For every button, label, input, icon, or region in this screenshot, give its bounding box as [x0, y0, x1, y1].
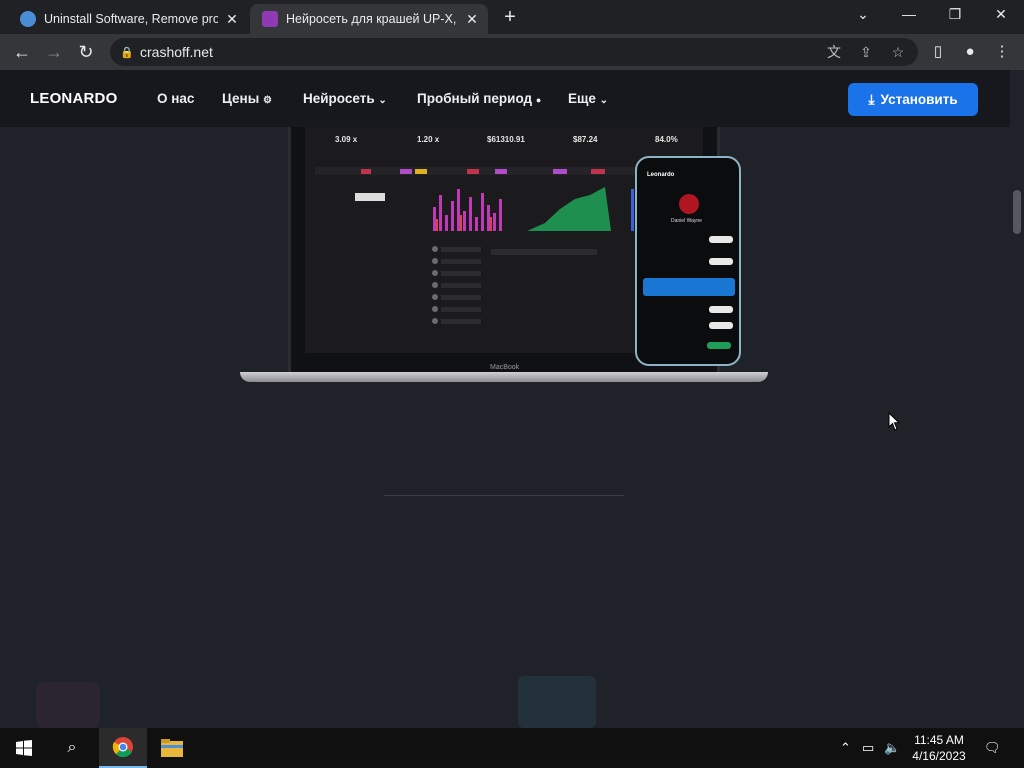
- site-favicon-icon: [20, 11, 36, 27]
- tab-title: Нейросеть для крашей UP-X, CS: [286, 12, 458, 26]
- download-icon: ⤓: [868, 91, 875, 107]
- phone-row-button: [709, 322, 733, 329]
- nav-more-label: Еще: [568, 91, 596, 106]
- share-icon[interactable]: ⇪: [854, 40, 878, 64]
- nav-prices-label: Цены: [222, 91, 260, 106]
- clock-date: 4/16/2023: [912, 749, 966, 763]
- dot-icon: ●: [535, 95, 542, 105]
- start-button[interactable]: [0, 728, 48, 768]
- section-divider: [384, 495, 624, 496]
- bookmark-star-icon[interactable]: ☆: [886, 40, 910, 64]
- nav-prices[interactable]: Цены ⚙: [222, 91, 272, 106]
- clock-time: 11:45 AM: [914, 733, 964, 747]
- nav-neural[interactable]: Нейросеть ⌄: [303, 91, 387, 106]
- address-bar[interactable]: 🔒 crashoff.net: [110, 38, 918, 66]
- chrome-logo-icon: [112, 737, 133, 758]
- nav-about[interactable]: О нас: [157, 91, 194, 106]
- browser-tab-crashoff[interactable]: Нейросеть для крашей UP-X, CS ✕: [250, 4, 488, 34]
- tab-search-chevron-icon[interactable]: ⌄: [840, 0, 886, 30]
- mouse-cursor-icon: [888, 412, 901, 431]
- reload-button[interactable]: ↻: [74, 40, 98, 64]
- back-button[interactable]: ←: [10, 40, 34, 64]
- chrome-taskbar-icon[interactable]: [99, 728, 147, 768]
- phone-mockup: Leonardo Daniel Wayne: [635, 156, 741, 366]
- install-button-label: Установить: [880, 92, 958, 107]
- minimize-button[interactable]: —: [886, 0, 932, 30]
- notifications-icon[interactable]: 🗨: [984, 740, 1001, 756]
- phone-row: [645, 256, 733, 268]
- close-tab-icon[interactable]: ✕: [464, 11, 480, 28]
- system-clock[interactable]: 11:45 AM 4/16/2023: [900, 732, 978, 764]
- nav-trial[interactable]: Пробный период ●: [417, 91, 541, 106]
- browser-tab-uninstall[interactable]: Uninstall Software, Remove prog ✕: [8, 4, 248, 34]
- file-explorer-icon[interactable]: [148, 728, 196, 768]
- close-tab-icon[interactable]: ✕: [224, 11, 240, 28]
- page-viewport: LEONARDO О нас Цены ⚙ Нейросеть ⌄ Пробны…: [0, 70, 1024, 728]
- nav-neural-label: Нейросеть: [303, 91, 375, 106]
- side-panel-icon[interactable]: ▯: [926, 40, 950, 64]
- phone-row-button: [709, 306, 733, 313]
- tab-title: Uninstall Software, Remove prog: [44, 12, 218, 26]
- forward-button[interactable]: →: [42, 40, 66, 64]
- restore-button[interactable]: ❐: [932, 0, 978, 30]
- translate-icon[interactable]: 文: [822, 40, 846, 64]
- volume-icon[interactable]: 🔈: [884, 740, 900, 756]
- nav-more[interactable]: Еще ⌄: [568, 91, 608, 106]
- laptop-brand-label: MacBook: [490, 364, 520, 371]
- url-text: crashoff.net: [140, 44, 213, 60]
- feature-icon-placeholder: [36, 682, 100, 728]
- phone-user-name: Daniel Wayne: [671, 218, 702, 224]
- phone-action-button: [707, 342, 731, 349]
- install-button[interactable]: ⤓ Установить: [848, 83, 978, 116]
- fire-icon: ⚙: [262, 95, 272, 106]
- feature-icon-placeholder: [518, 676, 596, 728]
- network-icon[interactable]: ▭: [862, 740, 874, 756]
- phone-row: [645, 304, 733, 316]
- new-tab-button[interactable]: +: [498, 6, 522, 30]
- phone-row-button: [709, 258, 733, 265]
- laptop-base: [240, 372, 768, 382]
- menu-kebab-icon[interactable]: ⋮: [990, 40, 1014, 64]
- folder-icon: [161, 739, 183, 757]
- phone-app-title: Leonardo: [647, 172, 675, 178]
- browser-toolbar: ← → ↻ 🔒 crashoff.net 文 ⇪ ☆ ▯ ● ⋮: [0, 34, 1024, 70]
- nav-trial-label: Пробный период: [417, 91, 533, 106]
- phone-row-button: [709, 236, 733, 243]
- site-favicon-icon: [262, 11, 278, 27]
- close-window-button[interactable]: ✕: [978, 0, 1024, 30]
- search-icon[interactable]: ⌕: [48, 728, 96, 768]
- site-logo[interactable]: LEONARDO: [30, 90, 117, 107]
- chevron-down-icon: ⌄: [378, 95, 387, 106]
- site-header: LEONARDO О нас Цены ⚙ Нейросеть ⌄ Пробны…: [0, 70, 1010, 127]
- profile-icon[interactable]: ●: [958, 40, 982, 64]
- phone-row: [645, 234, 733, 246]
- phone-highlight-row: [643, 278, 735, 296]
- show-hidden-icons-chevron-icon[interactable]: ⌃: [840, 740, 851, 756]
- windows-logo-icon: [16, 740, 32, 756]
- windows-taskbar: ⌕ ⌃ ▭ 🔈 11:45 AM 4/16/2023 🗨: [0, 728, 1024, 768]
- chevron-down-icon: ⌄: [599, 95, 609, 106]
- avatar: [679, 194, 699, 214]
- lock-icon: 🔒: [120, 46, 134, 59]
- scrollbar-thumb[interactable]: [1013, 190, 1021, 234]
- phone-row: [645, 320, 733, 332]
- page-scrollbar[interactable]: [1010, 70, 1024, 728]
- browser-tab-strip: Uninstall Software, Remove prog ✕ Нейрос…: [0, 0, 1024, 34]
